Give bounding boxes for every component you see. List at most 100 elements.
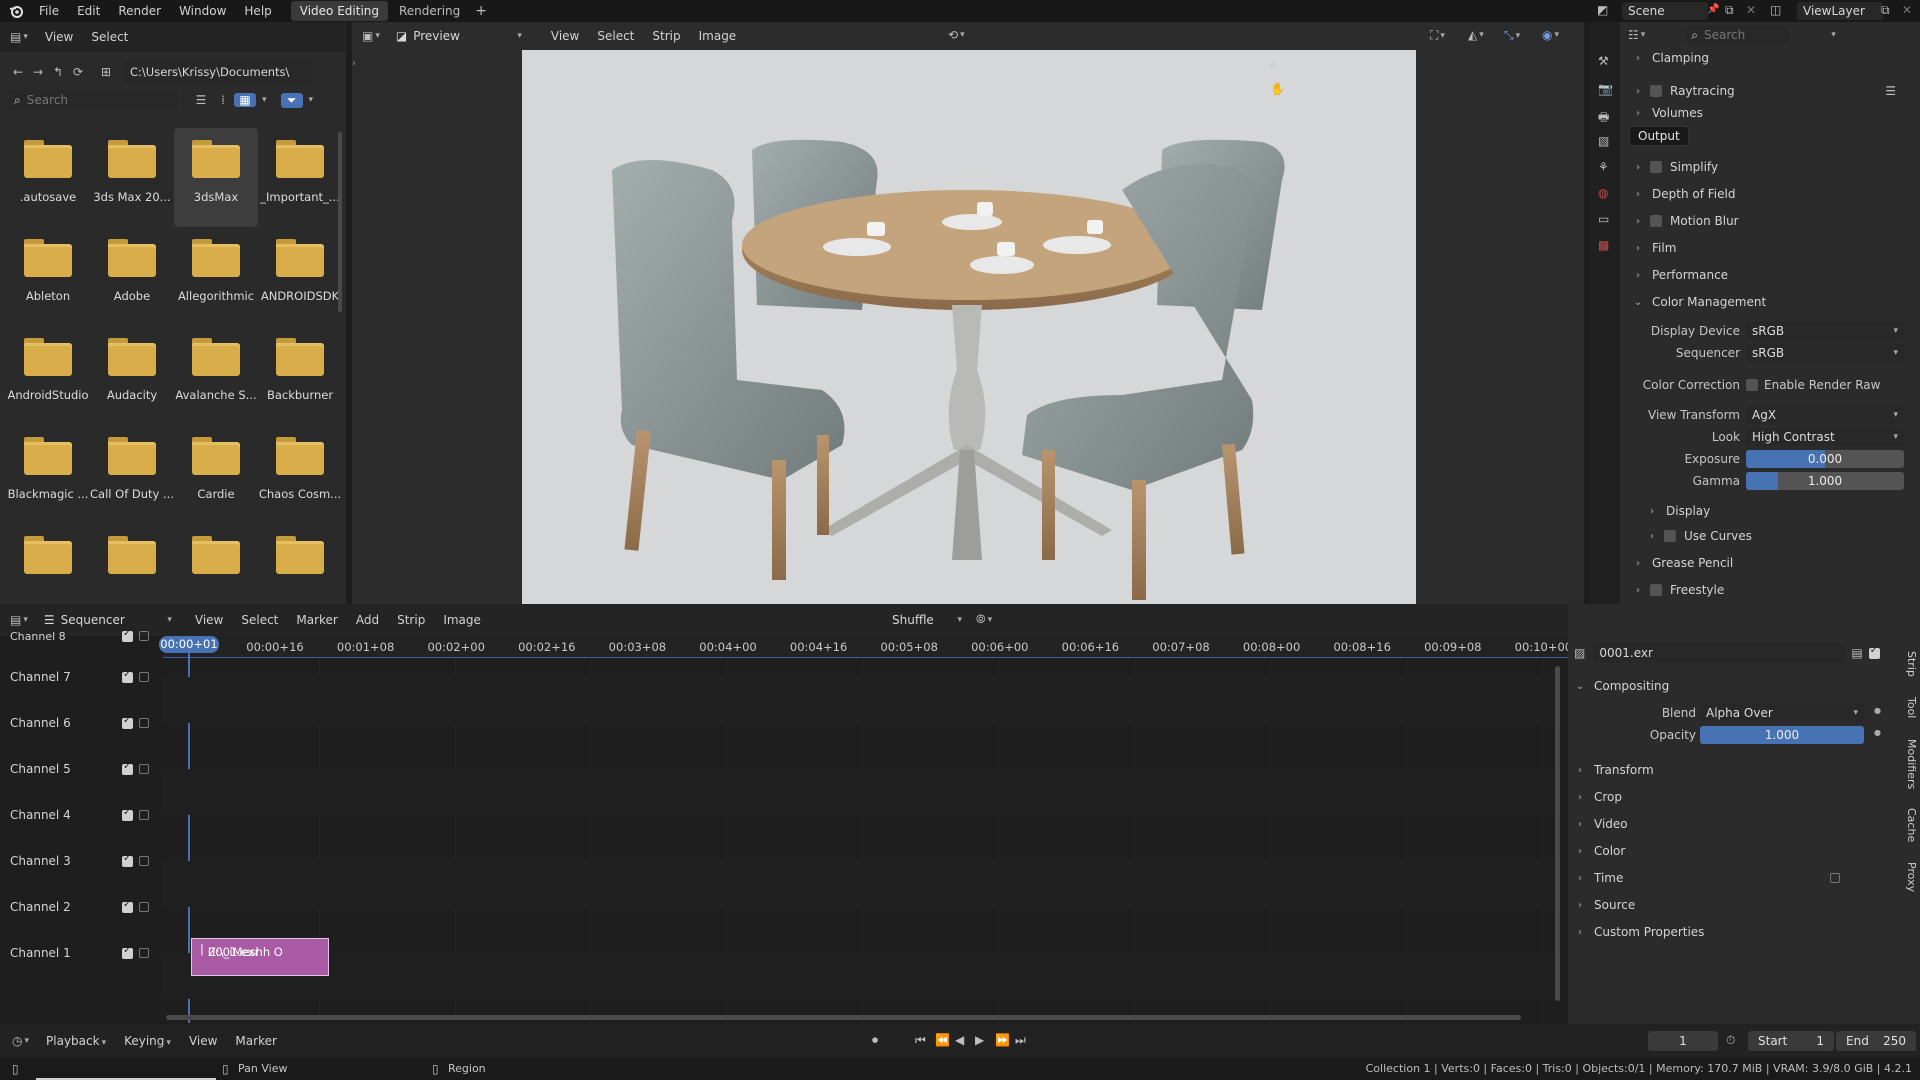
channel-mute-checkbox[interactable] — [122, 669, 133, 683]
texture-tab-icon[interactable]: ▩ — [1598, 238, 1609, 252]
opacity-slider[interactable]: 1.000 — [1700, 726, 1864, 744]
strip-name-field[interactable]: 0001.exr — [1593, 643, 1846, 663]
new-scene-icon[interactable]: ⧉ — [1725, 3, 1734, 18]
seq-menu-image[interactable]: Image — [434, 613, 490, 627]
folder-item[interactable]: ANDROIDSDK — [258, 227, 342, 326]
folder-item[interactable]: Adobe — [90, 227, 174, 326]
fb-scrollbar[interactable] — [338, 132, 342, 312]
add-workspace-icon[interactable]: + — [475, 3, 487, 19]
look-dropdown[interactable]: High Contrast ▾ — [1746, 428, 1904, 446]
editor-type-icon[interactable]: ▤ ▾ — [10, 30, 28, 44]
collection-tab-icon[interactable]: ▭ — [1598, 212, 1609, 226]
vtab-tool[interactable]: Tool — [1900, 690, 1918, 726]
subsection-use-curves[interactable]: › Use Curves — [1634, 525, 1920, 547]
parent-directory-icon[interactable]: ↰ — [48, 65, 68, 79]
pin-icon[interactable]: 📌 — [1707, 4, 1719, 15]
editor-type-icon[interactable]: ▣ ▾ — [362, 29, 380, 43]
list-icon[interactable]: ☰ — [1885, 84, 1896, 98]
tab-video-editing[interactable]: Video Editing — [290, 1, 388, 21]
horizontal-list-icon[interactable]: ⁞ — [212, 93, 234, 107]
lock-icon[interactable] — [139, 672, 149, 682]
channel-mute-checkbox[interactable] — [122, 715, 133, 729]
overlap-mode-dropdown[interactable]: Shuffle ▾ — [886, 611, 968, 629]
channel-mute-checkbox[interactable] — [122, 761, 133, 775]
current-time-indicator[interactable]: 00:00+01 — [159, 636, 219, 653]
lock-icon[interactable] — [139, 631, 149, 641]
folder-item[interactable]: Allegorithmic — [174, 227, 258, 326]
folder-item[interactable]: Chaos Cosm... — [258, 425, 342, 524]
section-performance[interactable]: › Performance — [1620, 264, 1920, 286]
section-raytracing[interactable]: › Raytracing ☰ — [1620, 80, 1920, 102]
section-time[interactable]: › Time — [1562, 867, 1862, 889]
section-depth-of-field[interactable]: › Depth of Field — [1620, 183, 1920, 205]
tab-rendering[interactable]: Rendering — [390, 1, 469, 21]
horizontal-scrollbar[interactable] — [166, 1015, 1521, 1020]
exposure-slider[interactable]: 0.000 — [1746, 450, 1904, 468]
menu-edit[interactable]: Edit — [68, 4, 109, 18]
section-motion-blur[interactable]: › Motion Blur — [1620, 210, 1920, 232]
back-arrow-icon[interactable]: ← — [8, 65, 28, 79]
vtab-modifiers[interactable]: Modifiers — [1900, 732, 1918, 796]
menu-playback[interactable]: Playback ▾ — [37, 1034, 115, 1048]
folder-item[interactable]: Backburner — [258, 326, 342, 425]
motion-blur-checkbox[interactable] — [1650, 215, 1662, 227]
properties-options-dropdown[interactable]: ▾ — [1831, 30, 1836, 40]
raytracing-checkbox[interactable] — [1650, 85, 1662, 97]
lock-icon[interactable] — [139, 902, 149, 912]
scene-tab-icon[interactable]: ⚘ — [1598, 160, 1609, 174]
preview-menu-strip[interactable]: Strip — [643, 29, 689, 43]
end-frame-field[interactable]: End 250 — [1836, 1031, 1916, 1051]
view-transform-dropdown[interactable]: AgX ▾ — [1746, 406, 1904, 424]
display-device-dropdown[interactable]: sRGB ▾ — [1746, 322, 1904, 340]
lock-icon[interactable] — [1830, 873, 1840, 883]
sequencer-colorspace-dropdown[interactable]: sRGB ▾ — [1746, 344, 1904, 362]
output-tab-icon[interactable]: 🖶 — [1598, 108, 1609, 129]
lock-icon[interactable] — [139, 718, 149, 728]
channel-mute-checkbox[interactable] — [122, 807, 133, 821]
seq-menu-view[interactable]: View — [186, 613, 232, 627]
section-film[interactable]: › Film — [1620, 237, 1920, 259]
keyframe-dot-icon[interactable]: ● — [1874, 706, 1881, 715]
folder-item[interactable]: AndroidStudio — [6, 326, 90, 425]
menu-window[interactable]: Window — [170, 4, 235, 18]
time-ruler[interactable]: 00:00+16 00:01+08 00:02+00 00:02+16 00:03+08… — [163, 636, 1572, 658]
lock-icon[interactable] — [139, 764, 149, 774]
scene-selector[interactable]: Scene — [1622, 2, 1708, 20]
preview-menu-select[interactable]: Select — [588, 29, 643, 43]
vtab-proxy[interactable]: Proxy — [1900, 854, 1918, 900]
folder-item[interactable]: Ableton — [6, 227, 90, 326]
lock-icon[interactable] — [139, 856, 149, 866]
folder-item[interactable]: Audacity — [90, 326, 174, 425]
menu-render[interactable]: Render — [109, 4, 170, 18]
overlay-toggle-icon[interactable]: ◭ ▾ — [1468, 28, 1484, 42]
start-frame-field[interactable]: Start 1 — [1748, 1031, 1834, 1051]
folder-item[interactable]: Blackmagic ... — [6, 425, 90, 524]
tool-tab-icon[interactable]: ⚒ — [1598, 54, 1609, 68]
channel-mute-checkbox[interactable] — [122, 853, 133, 867]
channel-mute-checkbox[interactable] — [122, 899, 133, 913]
view-layer-tab-icon[interactable]: ▧ — [1598, 134, 1609, 148]
scene-icon[interactable]: ◩ — [1597, 3, 1608, 17]
image-strip[interactable]: 0001.exr | Z:\_iMeshh O — [191, 938, 329, 976]
filter-icon[interactable]: ⏷ — [280, 92, 303, 108]
current-frame-field[interactable]: 1 — [1648, 1031, 1718, 1051]
jump-start-icon[interactable]: ⏮ — [915, 1033, 926, 1048]
lock-icon[interactable] — [139, 810, 149, 820]
folder-item[interactable]: Cardie — [174, 425, 258, 524]
fb-menu-select[interactable]: Select — [82, 30, 137, 44]
section-grease-pencil[interactable]: › Grease Pencil — [1620, 552, 1920, 574]
delete-view-layer-icon[interactable]: ✕ — [1902, 3, 1912, 17]
footer-menu-view[interactable]: View — [180, 1034, 226, 1048]
stopwatch-icon[interactable]: ⏱ — [1726, 1033, 1735, 1048]
timeline-editor-icon[interactable]: ◷ ▾ — [12, 1034, 29, 1048]
view-mode-dropdown[interactable]: ◪ Preview ▾ — [390, 27, 528, 45]
gamma-slider[interactable]: 1.000 — [1746, 472, 1904, 490]
section-simplify[interactable]: › Simplify — [1620, 156, 1920, 178]
freestyle-checkbox[interactable] — [1650, 584, 1662, 596]
display-options-dropdown[interactable]: ▾ — [262, 95, 267, 105]
snap-icon[interactable]: ⦾ ▾ — [976, 612, 992, 627]
menu-file[interactable]: File — [30, 4, 68, 18]
folder-item-selected[interactable]: 3dsMax — [174, 128, 258, 227]
menu-help[interactable]: Help — [235, 4, 280, 18]
properties-search[interactable]: ⌕ Search — [1685, 26, 1790, 44]
